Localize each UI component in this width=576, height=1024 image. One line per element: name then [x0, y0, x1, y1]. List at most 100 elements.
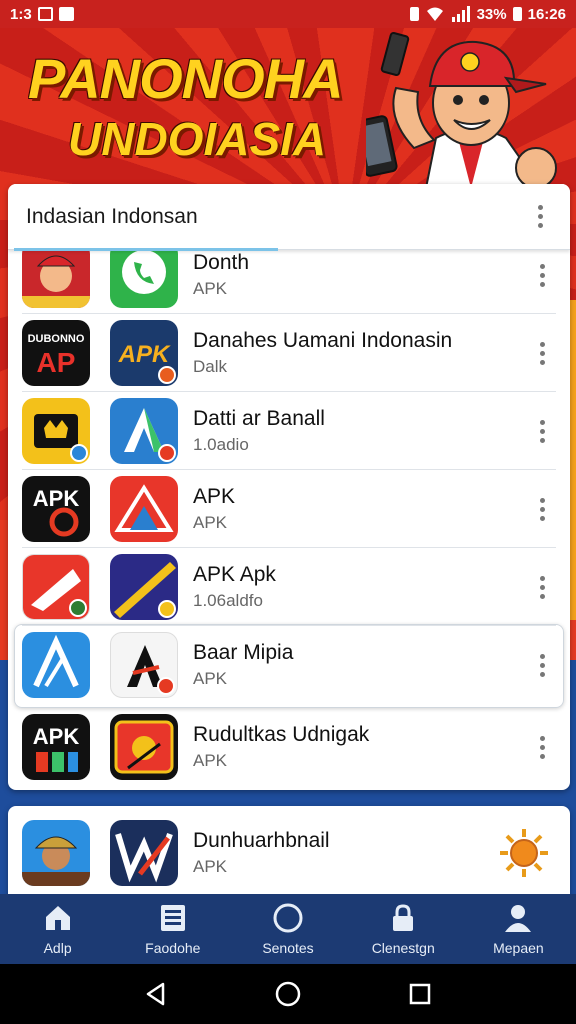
app-name: Dunhuarhbnail [193, 829, 330, 852]
nav-label: Mepaen [493, 940, 544, 956]
nav-label: Adlp [43, 940, 72, 956]
home-circle-icon [275, 981, 301, 1007]
wifi-icon [426, 7, 443, 21]
card-title: Indasian Indonsan [26, 204, 198, 228]
item-menu-button[interactable] [530, 733, 554, 761]
mascot-illustration [366, 32, 557, 188]
back-button[interactable] [136, 974, 176, 1014]
app-icon-slot [110, 714, 178, 780]
sim-icon [409, 7, 419, 21]
app-subtitle: APK [193, 669, 228, 688]
badge-icon [158, 444, 176, 462]
recents-button[interactable] [400, 974, 440, 1014]
list-item-texts: Rudultkas Udnigak APK [193, 723, 369, 771]
badge-icon [158, 600, 176, 618]
app-name: Datti ar Banall [193, 407, 325, 430]
app-icon-a-dark [110, 632, 178, 698]
list-item-texts: Baar Mipia APK [193, 641, 293, 689]
app-subtitle: APK [193, 751, 228, 770]
list-item-texts: APK Apk 1.06aldfo [193, 563, 276, 611]
item-menu-button[interactable] [530, 261, 554, 289]
item-menu-button[interactable] [530, 573, 554, 601]
app-icon-a-logo [110, 398, 178, 464]
tab-indicator [14, 248, 278, 251]
item-menu-button[interactable] [530, 417, 554, 445]
battery-percent: 33% [476, 5, 507, 23]
app-icon-w-logo [110, 820, 178, 886]
hero-banner: PANONOHA UNDOIASIA [0, 28, 576, 188]
app-icon-mascot [22, 242, 90, 308]
list-item[interactable]: Datti ar Banall 1.0adio [8, 392, 570, 470]
app-subtitle: APK [193, 857, 228, 876]
nav-item-lock[interactable]: Clenestgn [346, 894, 461, 964]
item-menu-button[interactable] [530, 495, 554, 523]
app-name: APK Apk [193, 563, 276, 586]
battery-icon [512, 7, 522, 21]
badge-icon [70, 444, 88, 462]
app-icon-explorer [22, 820, 90, 886]
app-icon-apk-black: DUBONNO AP [22, 320, 90, 386]
app-subtitle: 1.06aldfo [193, 591, 263, 610]
app-name: APK [193, 485, 236, 508]
list-item[interactable]: Dunhuarhbnail APK [8, 814, 570, 892]
app-icon-apk-color: APK [22, 714, 90, 780]
app-subtitle: 1.0adio [193, 435, 249, 454]
app-icon-apk-record: APK [22, 476, 90, 542]
list-item-texts: Dunhuarhbnail APK [193, 829, 330, 877]
nav-item-home[interactable]: Adlp [0, 894, 115, 964]
list-item[interactable]: APK Rudultkas Udnigak APK [8, 708, 570, 786]
list-item[interactable]: APK APK APK [8, 470, 570, 548]
nav-label: Senotes [262, 940, 314, 956]
nav-label: Clenestgn [371, 940, 435, 956]
svg-text:APK: APK [33, 724, 80, 749]
card-menu-button[interactable] [528, 203, 552, 231]
system-navigation [0, 964, 576, 1024]
nav-item-profile[interactable]: Mepaen [461, 894, 576, 964]
bottom-navigation: Adlp Faodohe Senotes Clenestgn Mepaen [0, 894, 576, 964]
list-item-texts: Donth APK [193, 251, 249, 299]
compass-icon [273, 903, 303, 933]
app-list-card: Indasian Indonsan Donth APK DUBONNO AP A… [8, 184, 570, 790]
svg-text:APK: APK [33, 486, 80, 511]
item-menu-button[interactable] [530, 339, 554, 367]
list-item[interactable]: APK Apk 1.06aldfo [8, 548, 570, 626]
nav-item-compass[interactable]: Senotes [230, 894, 345, 964]
app-subtitle: Dalk [193, 357, 228, 376]
list-icon [160, 905, 185, 931]
app-name: Baar Mipia [193, 641, 294, 664]
status-left-time: 1:3 [10, 5, 32, 23]
badge-icon [158, 366, 176, 384]
banner-title: PANONOHA [28, 47, 344, 110]
banner-subtitle: UNDOIASIA [68, 113, 327, 165]
item-menu-button[interactable] [530, 651, 554, 679]
status-bar: 1:3 33% 16:26 [0, 0, 576, 28]
svg-text:APK: APK [118, 341, 171, 368]
home-button[interactable] [268, 974, 308, 1014]
person-icon [505, 905, 532, 932]
notification-icon [37, 7, 53, 21]
status-left: 1:3 [10, 6, 74, 23]
svg-text:AP: AP [37, 347, 76, 378]
app-name: Danahes Uamani Indonasin [193, 329, 453, 352]
app-name: Rudultkas Udnigak [193, 723, 370, 746]
app-icon-apk-gold: APK [110, 320, 178, 386]
app-icon-envelope [110, 476, 178, 542]
status-right: 33% 16:26 [409, 5, 566, 23]
app-subtitle: APK [193, 279, 228, 298]
app-subtitle: APK [193, 513, 228, 532]
badge-icon [69, 599, 87, 617]
app-icon-a-blue [22, 632, 90, 698]
home-icon [45, 906, 70, 930]
nav-item-list[interactable]: Faodohe [115, 894, 230, 964]
app-icon-phone [110, 242, 178, 308]
sun-icon[interactable] [498, 827, 550, 879]
signal-icon [451, 6, 470, 22]
status-time: 16:26 [527, 5, 566, 23]
list-item[interactable]: Baar Mipia APK [8, 626, 570, 704]
list-item-texts: Danahes Uamani Indonasin Dalk [193, 329, 452, 377]
list-item[interactable]: DUBONNO AP APK Danahes Uamani Indonasin … [8, 314, 570, 392]
nav-label: Faodohe [145, 940, 201, 956]
badge-icon [157, 677, 175, 695]
list-item-texts: Datti ar Banall 1.0adio [193, 407, 325, 455]
app-icon-stripe [110, 554, 178, 620]
